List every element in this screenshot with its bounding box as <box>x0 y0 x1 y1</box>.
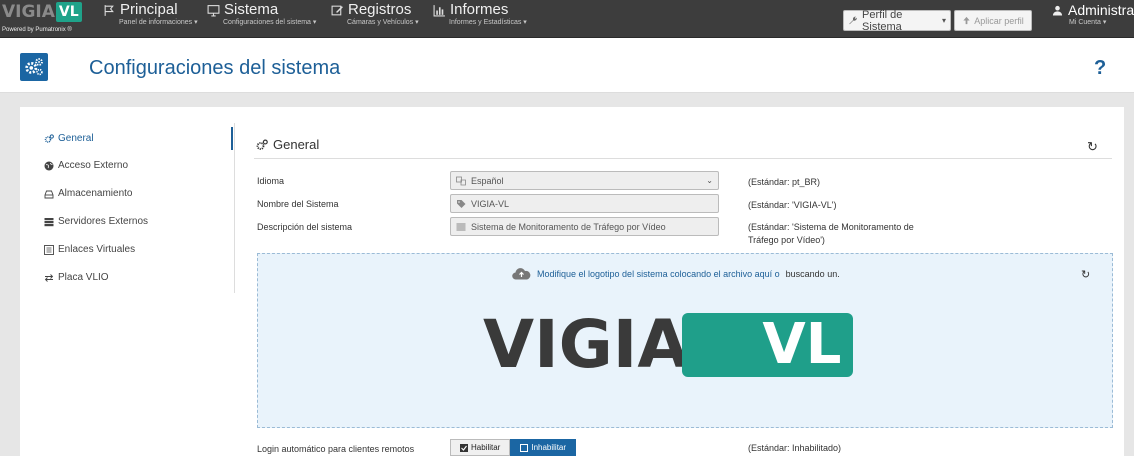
brand-logo-text: VIGIA <box>2 2 55 22</box>
sidebar-item-label: Servidores Externos <box>58 216 149 227</box>
tag-icon <box>457 199 466 208</box>
sidebar-item-enlaces-virtuales[interactable]: Enlaces Virtuales <box>44 244 135 255</box>
logo-preview-badge: VL <box>682 313 854 377</box>
monitor-icon <box>207 4 220 16</box>
system-logo-preview: VIGIA VL <box>483 306 854 383</box>
apply-profile-button[interactable]: Aplicar perfil <box>954 10 1032 31</box>
sidebar-item-almacenamiento[interactable]: Almacenamiento <box>44 188 132 199</box>
sidebar-active-indicator <box>231 127 233 150</box>
nav-principal-label: Principal <box>120 1 178 18</box>
nav-registros[interactable]: Registros Cámaras y Vehículos ▾ <box>331 2 419 28</box>
link-icon <box>44 244 54 255</box>
help-icon[interactable]: ? <box>1094 57 1106 80</box>
sidebar-item-acceso-externo[interactable]: Acceso Externo <box>44 160 128 171</box>
brand-logo-badge: VL <box>55 2 82 22</box>
user-icon <box>1052 5 1063 16</box>
section-divider <box>254 158 1112 159</box>
nav-informes-label: Informes <box>450 1 509 18</box>
idioma-label: Idioma <box>257 176 285 186</box>
sidebar-item-general[interactable]: General <box>44 133 94 144</box>
enable-button[interactable]: Habilitar <box>450 439 511 456</box>
cloud-upload-icon <box>512 268 531 280</box>
dropzone-instructions: Modifique el logotipo del sistema coloca… <box>512 267 840 280</box>
profile-select-value: Perfil de Sistema <box>862 8 903 33</box>
descripcion-default-line2: Tráfego por Vídeo') <box>748 235 825 245</box>
descripcion-default-line1: (Estándar: 'Sistema de Monitoramento de <box>748 222 914 232</box>
nav-informes[interactable]: Informes Informes y Estadísticas ▾ <box>433 2 527 28</box>
chevron-down-icon: ▾ <box>941 16 946 25</box>
top-navbar: VIGIA VL Powered by Pumatronix ® Princip… <box>0 0 1134 38</box>
browse-link[interactable]: buscando un. <box>786 269 840 279</box>
brand[interactable]: VIGIA VL Powered by Pumatronix ® <box>2 2 88 36</box>
dropzone-text: Modifique el logotipo del sistema coloca… <box>537 268 780 279</box>
user-account: Mi Cuenta ▾ <box>1069 19 1107 26</box>
idioma-select[interactable]: Español ⌄ <box>450 171 719 190</box>
bar-chart-icon <box>433 4 445 16</box>
sidebar-item-placa-vlio[interactable]: Placa VLIO <box>44 272 109 283</box>
powered-by: Powered by Pumatronix ® <box>2 27 72 33</box>
arrow-up-icon <box>963 16 970 25</box>
apply-profile-label: Aplicar perfil <box>974 15 1024 26</box>
sidebar-item-label: Enlaces Virtuales <box>58 244 136 255</box>
sidebar-item-label: Almacenamiento <box>58 188 133 199</box>
reset-icon[interactable]: ↻ <box>1087 139 1098 155</box>
idioma-default: (Estándar: pt_BR) <box>748 177 821 187</box>
chevron-down-icon: ⌄ <box>706 176 713 185</box>
logo-preview-text: VIGIA <box>483 306 689 383</box>
login-toggle: Habilitar Inhabilitar <box>450 439 577 456</box>
nombre-value: VIGIA-VL <box>471 198 510 209</box>
nav-principal[interactable]: Principal Panel de informaciones ▾ <box>103 2 198 28</box>
idioma-value: Español <box>471 175 504 186</box>
login-default: (Estándar: Inhabilitado) <box>748 443 842 453</box>
storage-icon <box>44 190 54 198</box>
descripcion-label: Descripción del sistema <box>257 222 353 232</box>
user-menu[interactable]: Administrador Mi Cuenta ▾ <box>1052 2 1134 28</box>
language-icon <box>456 176 466 185</box>
globe-icon <box>44 161 54 170</box>
sidebar-item-label: General <box>58 133 94 144</box>
nav-sistema-sub: Configuraciones del sistema ▾ <box>223 19 317 26</box>
descripcion-default: (Estándar: 'Sistema de Monitoramento de … <box>748 221 914 247</box>
wrench-icon <box>849 16 857 25</box>
user-name: Administrador <box>1068 2 1134 18</box>
nav-informes-sub: Informes y Estadísticas ▾ <box>449 19 527 26</box>
descripcion-value: Sistema de Monitoramento de Tráfego por … <box>471 221 666 232</box>
flag-icon <box>104 4 114 16</box>
cogs-icon <box>256 139 268 150</box>
page-title: Configuraciones del sistema <box>89 57 341 79</box>
cogs-icon <box>20 53 48 81</box>
sidebar-item-servidores-externos[interactable]: Servidores Externos <box>44 216 148 227</box>
cogs-icon <box>44 133 54 143</box>
disable-button[interactable]: Inhabilitar <box>510 439 577 456</box>
nav-sistema[interactable]: Sistema Configuraciones del sistema ▾ <box>207 2 316 28</box>
logo-reset-icon[interactable]: ↻ <box>1081 268 1090 281</box>
nav-registros-label: Registros <box>348 1 412 18</box>
section-title-text: General <box>273 137 320 152</box>
nav-principal-sub: Panel de informaciones ▾ <box>119 19 198 26</box>
descripcion-input[interactable]: Sistema de Monitoramento de Tráfego por … <box>450 217 719 236</box>
sidebar-item-label: Placa VLIO <box>58 272 109 283</box>
page-header: Configuraciones del sistema ? <box>0 39 1134 93</box>
edit-icon <box>331 5 343 15</box>
section-title: General <box>256 137 319 152</box>
login-label: Login automático para clientes remotos <box>257 444 415 454</box>
checkbox-empty-icon <box>520 443 529 452</box>
profile-select[interactable]: Perfil de Sistema ▾ <box>843 8 951 33</box>
brand-logo: VIGIA VL <box>2 2 82 22</box>
disable-label: Inhabilitar <box>531 443 567 452</box>
align-justify-icon <box>456 223 466 230</box>
nombre-default: (Estándar: 'VIGIA-VL') <box>748 200 837 210</box>
sidebar-item-label: Acceso Externo <box>58 160 129 171</box>
nav-registros-sub: Cámaras y Vehículos ▾ <box>347 19 419 26</box>
server-icon <box>44 217 54 226</box>
nav-sistema-label: Sistema <box>224 1 279 18</box>
exchange-icon <box>44 273 54 282</box>
nombre-label: Nombre del Sistema <box>257 199 339 209</box>
settings-sidebar <box>40 123 235 293</box>
nombre-input[interactable]: VIGIA-VL <box>450 194 719 213</box>
checkbox-checked-icon <box>460 443 468 452</box>
enable-label: Habilitar <box>471 443 501 452</box>
